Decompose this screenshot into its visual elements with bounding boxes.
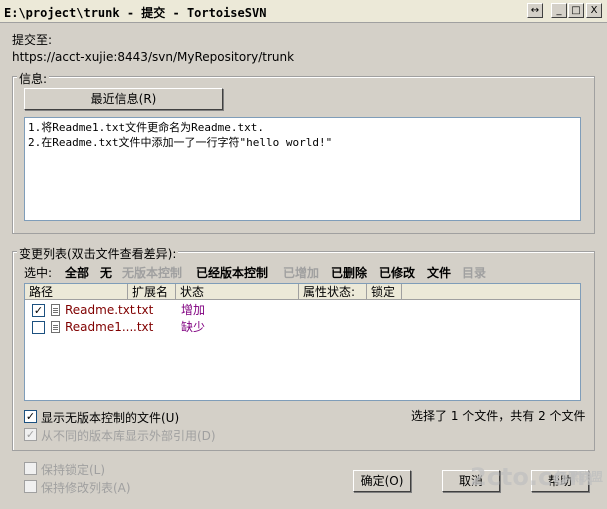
title-bar: E:\project\trunk - 提交 - TortoiseSVN ↔ _ … [0,0,607,23]
selection-summary: 选择了 1 个文件，共有 2 个文件 [411,409,586,423]
column-filler [402,284,580,300]
row-path: Readme.txt [65,303,135,317]
row-checkbox[interactable] [32,321,45,334]
window-title: E:\project\trunk - 提交 - TortoiseSVN [4,6,267,20]
filter-none[interactable]: 无 [100,264,112,281]
recent-messages-button[interactable]: 最近信息(R) [24,88,223,110]
row-path: Readme1... [65,320,134,334]
column-extension[interactable]: 扩展名 [128,284,176,300]
restore-arrows-button[interactable]: ↔ [527,3,543,18]
ok-button[interactable]: 确定(O) [353,470,411,492]
column-lock[interactable]: 锁定 [367,284,402,300]
filter-added: 已增加 [283,266,320,280]
show-unversioned-checkbox[interactable]: ✓ [24,410,37,423]
filter-files[interactable]: 文件 [427,264,451,281]
show-externals-label: 从不同的版本库显示外部引用(D) [41,429,216,443]
message-textarea[interactable]: 1.将Readme1.txt文件更命名为Readme.txt. 2.在Readm… [24,117,581,221]
filter-all[interactable]: 全部 [65,264,89,281]
filter-unversioned: 无版本控制 [122,266,183,280]
file-icon [51,321,60,333]
minimize-button[interactable]: _ [551,3,567,18]
message-line-1: 1.将Readme1.txt文件更命名为Readme.txt. [28,121,264,134]
watermark-corner: 红黑联盟 [555,470,604,484]
column-property-status[interactable]: 属性状态: [299,284,367,300]
keep-changelists-label: 保持修改列表(A) [41,481,131,495]
filter-modified[interactable]: 已修改 [379,264,415,281]
select-label: 选中: [24,266,53,280]
row-checkbox[interactable]: ✓ [32,304,45,317]
show-externals-checkbox: ✓ [24,428,37,441]
filter-directories: 目录 [462,266,487,280]
keep-locks-label: 保持锁定(L) [41,463,106,477]
maximize-button[interactable]: □ [568,3,584,18]
row-status: 缺少 [181,320,206,334]
keep-changelists-checkbox [24,480,37,493]
message-group-label: 信息: [17,70,50,87]
row-extension: .txt [133,320,154,334]
repository-url: https://acct-xujie:8443/svn/MyRepository… [12,50,295,64]
changes-list[interactable]: 路径 扩展名 状态 属性状态: 锁定 ✓ Readme.txt .txt 增加 … [24,283,581,401]
row-status: 增加 [181,303,206,317]
keep-locks-checkbox [24,462,37,475]
close-button[interactable]: X [586,3,602,18]
column-status[interactable]: 状态 [176,284,299,300]
filter-versioned[interactable]: 已经版本控制 [196,264,268,281]
show-unversioned-label[interactable]: 显示无版本控制的文件(U) [41,409,179,426]
message-line-2: 2.在Readme.txt文件中添加一了一行字符"hello world!" [28,136,333,149]
column-path[interactable]: 路径 [25,284,128,300]
commit-to-label: 提交至: [12,33,53,47]
file-icon [51,304,60,316]
changes-group-label: 变更列表(双击文件查看差异): [17,245,179,262]
filter-deleted[interactable]: 已删除 [331,264,367,281]
row-extension: .txt [133,303,154,317]
